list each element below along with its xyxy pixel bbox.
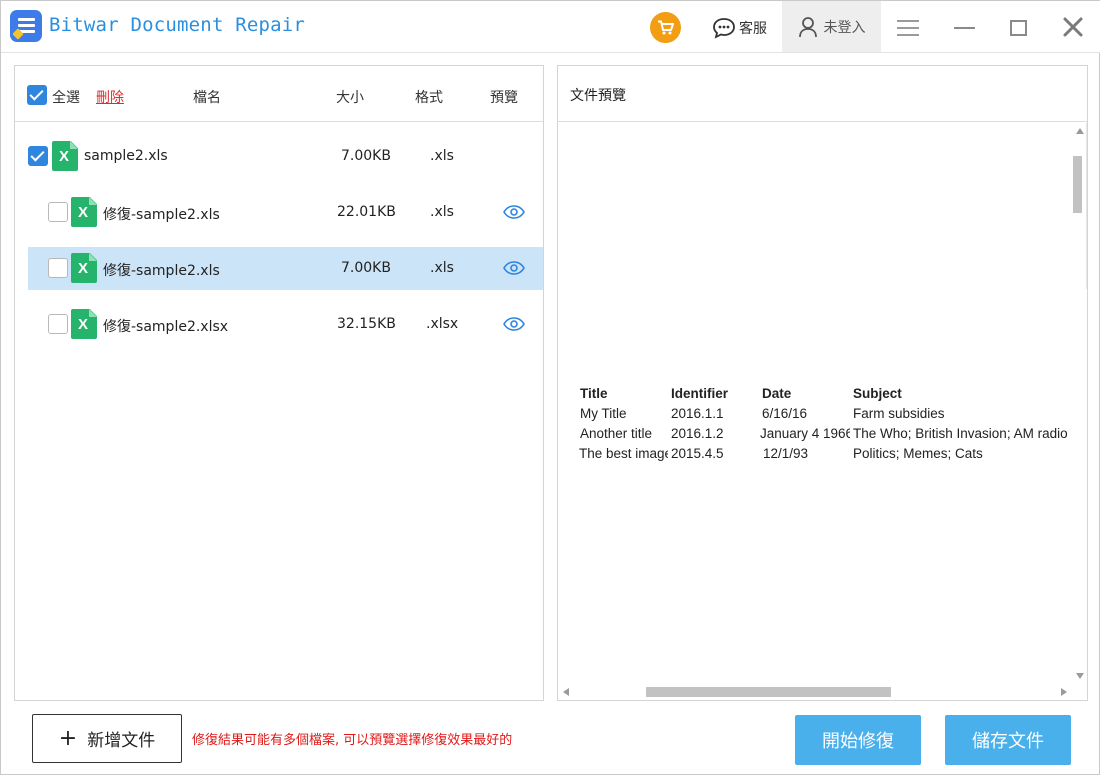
row-checkbox[interactable] (28, 146, 48, 166)
app-window: Bitwar Document Repair 客服 未登入 全選 刪除 檔名 大… (0, 0, 1100, 775)
preview-cell: 6/16/16 (762, 406, 808, 421)
preview-header-cell: Identifier (671, 386, 729, 401)
chat-bubble-icon (713, 18, 735, 39)
preview-cell: January 4 1966 (760, 426, 850, 441)
file-format: .xlsx (426, 316, 459, 332)
preview-cell: 2016.1.1 (671, 406, 724, 421)
preview-cell: 12/1/93 (763, 446, 809, 461)
preview-cell: Another title (580, 426, 653, 441)
file-list-panel: 全選 刪除 檔名 大小 格式 預覽 X sample2.xls 7.00KB .… (14, 65, 544, 701)
maximize-icon[interactable] (1010, 20, 1027, 36)
excel-file-icon: X (71, 253, 97, 283)
file-name: 修復-sample2.xls (103, 207, 220, 223)
excel-file-icon: X (52, 141, 78, 171)
column-header-name[interactable]: 檔名 (193, 87, 221, 107)
column-header-preview[interactable]: 預覽 (490, 87, 518, 107)
start-repair-button[interactable]: 開始修復 (795, 715, 921, 765)
preview-cell: The best image (579, 446, 668, 461)
plus-icon: + (58, 725, 78, 751)
customer-service-button[interactable]: 客服 (712, 15, 767, 41)
file-size: 7.00KB (341, 148, 391, 164)
minimize-icon[interactable] (954, 27, 975, 29)
preview-header-cell: Subject (853, 386, 902, 401)
file-size: 7.00KB (341, 260, 391, 276)
scroll-down-arrow-icon[interactable] (1076, 673, 1084, 679)
file-row-1[interactable]: X 修復-sample2.xls 22.01KB .xls (28, 191, 543, 234)
file-row-2[interactable]: X 修復-sample2.xls 7.00KB .xls (28, 247, 543, 290)
app-logo-icon (10, 10, 42, 42)
add-file-button[interactable]: + 新增文件 (32, 714, 182, 763)
repair-hint-text: 修復結果可能有多個檔案, 可以預覽選擇修復效果最好的 (192, 733, 513, 748)
preview-cell: My Title (580, 406, 627, 421)
cart-icon[interactable] (650, 12, 681, 43)
file-size: 22.01KB (337, 204, 396, 220)
row-checkbox[interactable] (48, 258, 68, 278)
file-name: sample2.xls (84, 148, 168, 164)
horizontal-scrollbar-thumb[interactable] (646, 687, 891, 697)
file-row-3[interactable]: X 修復-sample2.xlsx 32.15KB .xlsx (28, 303, 543, 346)
user-icon (798, 16, 817, 37)
preview-cell: Farm subsidies (853, 406, 945, 421)
save-file-button[interactable]: 儲存文件 (945, 715, 1071, 765)
preview-panel: 文件預覽 Title Identifier Date Subject My Ti… (557, 65, 1088, 701)
scroll-up-arrow-icon[interactable] (1076, 128, 1084, 134)
preview-header-cell: Date (762, 386, 792, 401)
file-size: 32.15KB (337, 316, 396, 332)
file-format: .xls (430, 204, 454, 220)
eye-icon[interactable] (503, 317, 525, 331)
preview-header-cell: Title (580, 386, 608, 401)
select-all-checkbox[interactable] (27, 85, 47, 105)
row-checkbox[interactable] (48, 202, 68, 222)
preview-cell: The Who; British Invasion; AM radio (853, 426, 1068, 441)
app-title: Bitwar Document Repair (49, 14, 306, 36)
preview-table: Title Identifier Date Subject My Title 2… (558, 66, 1087, 686)
eye-icon[interactable] (503, 261, 525, 275)
excel-file-icon: X (71, 309, 97, 339)
column-header-size[interactable]: 大小 (336, 87, 364, 107)
preview-cell: 2015.4.5 (671, 446, 724, 461)
file-name: 修復-sample2.xls (103, 263, 220, 279)
login-button[interactable]: 未登入 (782, 1, 881, 52)
scroll-right-arrow-icon[interactable] (1061, 688, 1067, 696)
delete-link[interactable]: 刪除 (96, 87, 124, 107)
vertical-scrollbar-thumb[interactable] (1073, 156, 1082, 213)
close-icon[interactable] (1061, 15, 1085, 39)
login-label: 未登入 (823, 19, 866, 36)
preview-cell: 2016.1.2 (671, 426, 724, 441)
vertical-scroll-track (1086, 123, 1087, 289)
column-header-format[interactable]: 格式 (415, 87, 443, 107)
file-row-0[interactable]: X sample2.xls 7.00KB .xls (28, 135, 543, 178)
add-file-label: 新增文件 (87, 731, 156, 751)
file-format: .xls (430, 148, 454, 164)
scroll-left-arrow-icon[interactable] (563, 688, 569, 696)
file-format: .xls (430, 260, 454, 276)
file-name: 修復-sample2.xlsx (103, 319, 229, 335)
file-list-header: 全選 刪除 檔名 大小 格式 預覽 (15, 66, 543, 122)
title-bar: Bitwar Document Repair 客服 未登入 (1, 1, 1100, 53)
hamburger-icon[interactable] (897, 20, 919, 36)
select-all-label[interactable]: 全選 (52, 87, 80, 107)
service-label: 客服 (739, 21, 767, 37)
preview-cell: Politics; Memes; Cats (853, 446, 983, 461)
excel-file-icon: X (71, 197, 97, 227)
eye-icon[interactable] (503, 205, 525, 219)
row-checkbox[interactable] (48, 314, 68, 334)
